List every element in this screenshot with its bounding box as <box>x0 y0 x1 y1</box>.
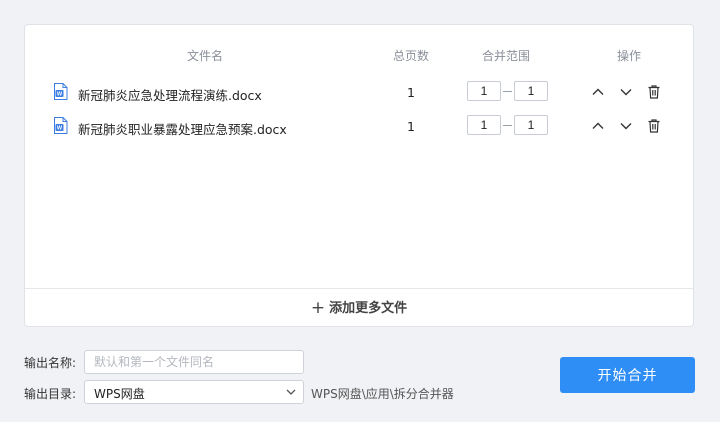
output-name-label: 输出名称: <box>24 356 77 370</box>
chevron-down-icon[interactable] <box>618 118 634 134</box>
add-more-label: 添加更多文件 <box>329 301 408 316</box>
output-dir-label: 输出目录: <box>24 387 77 401</box>
chevron-down-icon[interactable] <box>618 84 634 100</box>
output-dir-path: WPS网盘\应用\拆分合并器 <box>311 387 454 401</box>
column-header-pages: 总页数 <box>393 49 430 63</box>
range-to-input[interactable] <box>514 115 548 135</box>
page-count: 1 <box>407 85 415 100</box>
table-row: W 新冠肺炎职业暴露处理应急预案.docx 1 <box>25 111 693 141</box>
start-merge-button[interactable]: 开始合并 <box>560 357 695 393</box>
column-header-range: 合并范围 <box>482 49 531 63</box>
word-doc-icon: W <box>54 83 68 100</box>
file-name: 新冠肺炎应急处理流程演练.docx <box>78 88 262 103</box>
trash-icon[interactable] <box>646 84 662 100</box>
word-doc-icon: W <box>54 117 68 134</box>
page-count: 1 <box>407 119 415 134</box>
file-name: 新冠肺炎职业暴露处理应急预案.docx <box>78 122 287 137</box>
range-from-input[interactable] <box>467 81 501 101</box>
add-more-files-button[interactable]: + 添加更多文件 <box>25 289 693 327</box>
output-dir-select[interactable]: WPS网盘 <box>84 380 304 404</box>
plus-icon: + <box>310 298 326 318</box>
chevron-up-icon[interactable] <box>590 84 606 100</box>
chevron-down-icon <box>286 389 296 395</box>
output-name-input[interactable] <box>84 350 304 374</box>
range-separator <box>503 91 512 92</box>
file-list-panel: 文件名 总页数 合并范围 操作 W 新冠肺炎应急处理流程演练.docx 1 1 … <box>24 24 694 327</box>
table-row: W 新冠肺炎应急处理流程演练.docx 1 <box>25 77 693 107</box>
svg-text:W: W <box>57 126 63 132</box>
range-from-input[interactable] <box>467 115 501 135</box>
table-header: 文件名 总页数 合并范围 操作 <box>25 47 693 63</box>
chevron-up-icon[interactable] <box>590 118 606 134</box>
column-header-name: 文件名 <box>187 49 224 63</box>
range-separator <box>503 125 512 126</box>
column-header-ops: 操作 <box>617 49 642 63</box>
output-dir-value: WPS网盘 <box>94 387 145 401</box>
range-to-input[interactable] <box>514 81 548 101</box>
svg-text:W: W <box>57 92 63 98</box>
trash-icon[interactable] <box>646 118 662 134</box>
